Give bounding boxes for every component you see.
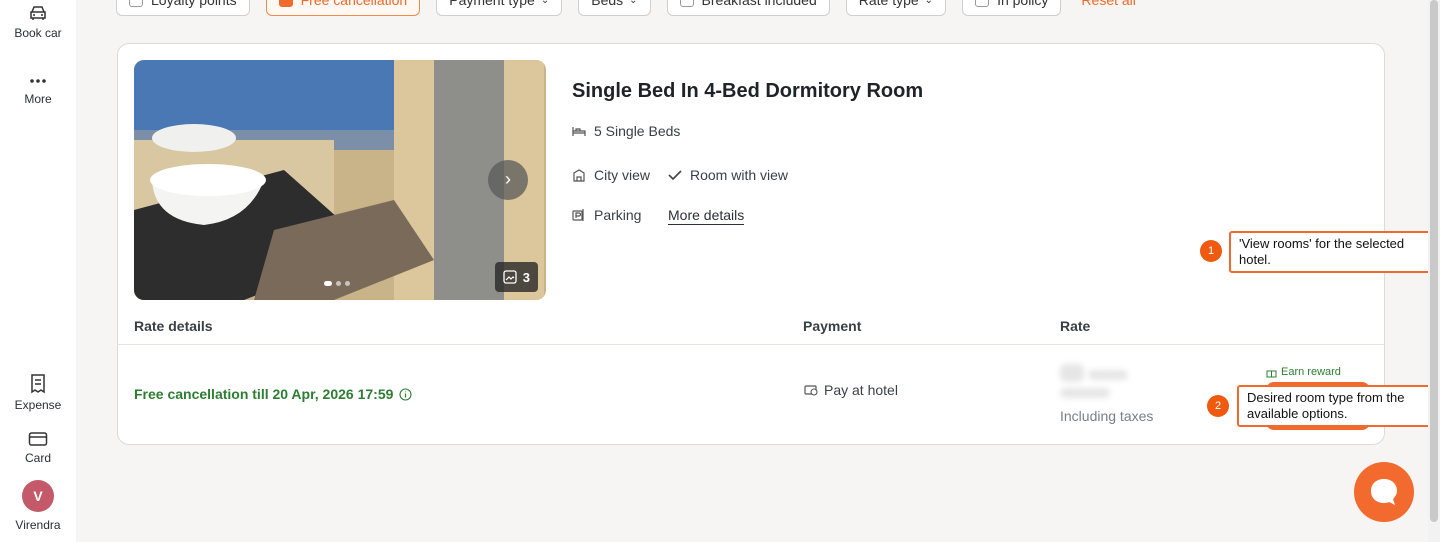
more-details-link[interactable]: More details — [668, 207, 745, 225]
room-with-view-label: Room with view — [690, 167, 789, 183]
parking-info: Parking — [572, 207, 641, 223]
room-card: › 3 Single Bed In 4-Bed Dormitory Room 5… — [117, 43, 1385, 445]
rate-header: Rate — [1060, 318, 1091, 334]
annotation-badge-1: 1 — [1200, 240, 1222, 262]
annotation-badge-2: 2 — [1207, 395, 1229, 417]
sidebar-user[interactable]: V Virendra — [0, 480, 76, 532]
car-icon — [30, 6, 46, 20]
price-redacted — [1060, 364, 1132, 398]
rate-details-header: Rate details — [134, 318, 213, 334]
hotel-payment-icon — [804, 385, 818, 396]
filter-label: Rate type — [858, 0, 919, 8]
sidebar-item-card[interactable]: Card — [0, 431, 76, 465]
sidebar-item-book-car[interactable]: Book car — [0, 4, 76, 40]
parking-label: Parking — [594, 207, 642, 223]
more-dots-icon — [30, 79, 46, 83]
sidebar-item-label: More — [24, 92, 52, 106]
sidebar-item-expense[interactable]: Expense — [0, 374, 76, 412]
annotation-callout-1: 'View rooms' for the selected hotel. — [1229, 231, 1435, 273]
sidebar-item-label: Card — [24, 451, 51, 465]
beds-info: 5 Single Beds — [572, 123, 680, 139]
checkbox[interactable] — [129, 0, 143, 7]
next-photo-button[interactable]: › — [488, 160, 528, 200]
info-icon[interactable] — [399, 387, 412, 401]
sidebar-item-more[interactable]: More — [0, 74, 76, 106]
photo-count: 3 — [522, 269, 530, 285]
chat-bubble-icon — [1371, 479, 1397, 505]
beds-label: 5 Single Beds — [594, 123, 681, 139]
room-title: Single Bed In 4-Bed Dormitory Room — [572, 80, 924, 102]
filter-rate-type[interactable]: Rate type ⌄ — [845, 0, 947, 16]
receipt-icon — [31, 374, 45, 394]
room-photo[interactable]: › 3 — [134, 60, 546, 300]
free-cancellation-info: Free cancellation till 20 Apr, 2026 17:5… — [134, 386, 412, 402]
scrollbar[interactable] — [1428, 0, 1440, 542]
chevron-down-icon: ⌄ — [540, 0, 550, 6]
city-view-label: City view — [594, 167, 651, 183]
image-icon — [503, 270, 517, 284]
payment-header: Payment — [803, 318, 862, 334]
filter-label: Breakfast included — [701, 0, 817, 8]
city-view-info: City view — [572, 167, 650, 183]
taxes-note: Including taxes — [1060, 408, 1154, 424]
building-icon — [573, 169, 585, 182]
filter-label: Beds — [591, 0, 624, 8]
divider — [118, 344, 1384, 345]
gift-icon — [1266, 370, 1277, 377]
reset-all-link[interactable]: Reset all — [1081, 0, 1135, 8]
photo-count-badge[interactable]: 3 — [494, 262, 538, 292]
chevron-down-icon: ⌄ — [924, 0, 934, 6]
chevron-down-icon: ⌄ — [629, 0, 638, 6]
parking-icon — [572, 209, 584, 221]
chat-button[interactable] — [1354, 462, 1414, 522]
filter-label: In policy — [997, 0, 1049, 8]
room-with-view-info: Room with view — [668, 167, 788, 183]
filter-label: Payment type — [449, 0, 535, 8]
filter-breakfast-included[interactable]: Breakfast included — [666, 0, 830, 16]
filter-label: Loyalty points — [151, 0, 237, 8]
earn-reward-label: Earn reward — [1266, 366, 1341, 378]
payment-label: Pay at hotel — [824, 382, 898, 398]
sidebar-item-label: Expense — [14, 398, 62, 412]
scrollbar-thumb[interactable] — [1430, 0, 1438, 522]
avatar: V — [22, 480, 54, 512]
checkbox[interactable] — [278, 0, 293, 7]
check-icon — [668, 170, 682, 181]
user-name: Virendra — [15, 518, 61, 532]
filter-payment-type[interactable]: Payment type ⌄ — [436, 0, 563, 16]
filter-in-policy[interactable]: In policy — [962, 0, 1062, 16]
filter-label: Free cancellation — [300, 0, 408, 8]
bed-icon — [572, 127, 586, 136]
checkbox[interactable] — [679, 0, 694, 7]
filter-bar: Loyalty points Free cancellation Payment… — [116, 0, 1136, 16]
filter-beds[interactable]: Beds ⌄ — [578, 0, 651, 16]
sidebar-item-label: Book car — [14, 26, 62, 40]
checkbox[interactable] — [975, 0, 990, 7]
credit-card-icon — [28, 432, 48, 446]
room-photo-image — [134, 60, 546, 300]
earn-reward-text: Earn reward — [1281, 366, 1341, 378]
filter-free-cancellation[interactable]: Free cancellation — [265, 0, 421, 16]
sidebar: Book car More Expense Card V Virendra — [0, 0, 76, 542]
cancellation-label: Free cancellation till 20 Apr, 2026 17:5… — [134, 386, 394, 402]
photo-pagination — [324, 281, 354, 286]
payment-info: Pay at hotel — [804, 382, 898, 398]
filter-loyalty-points[interactable]: Loyalty points — [116, 0, 250, 16]
annotation-callout-2: Desired room type from the available opt… — [1237, 385, 1435, 427]
